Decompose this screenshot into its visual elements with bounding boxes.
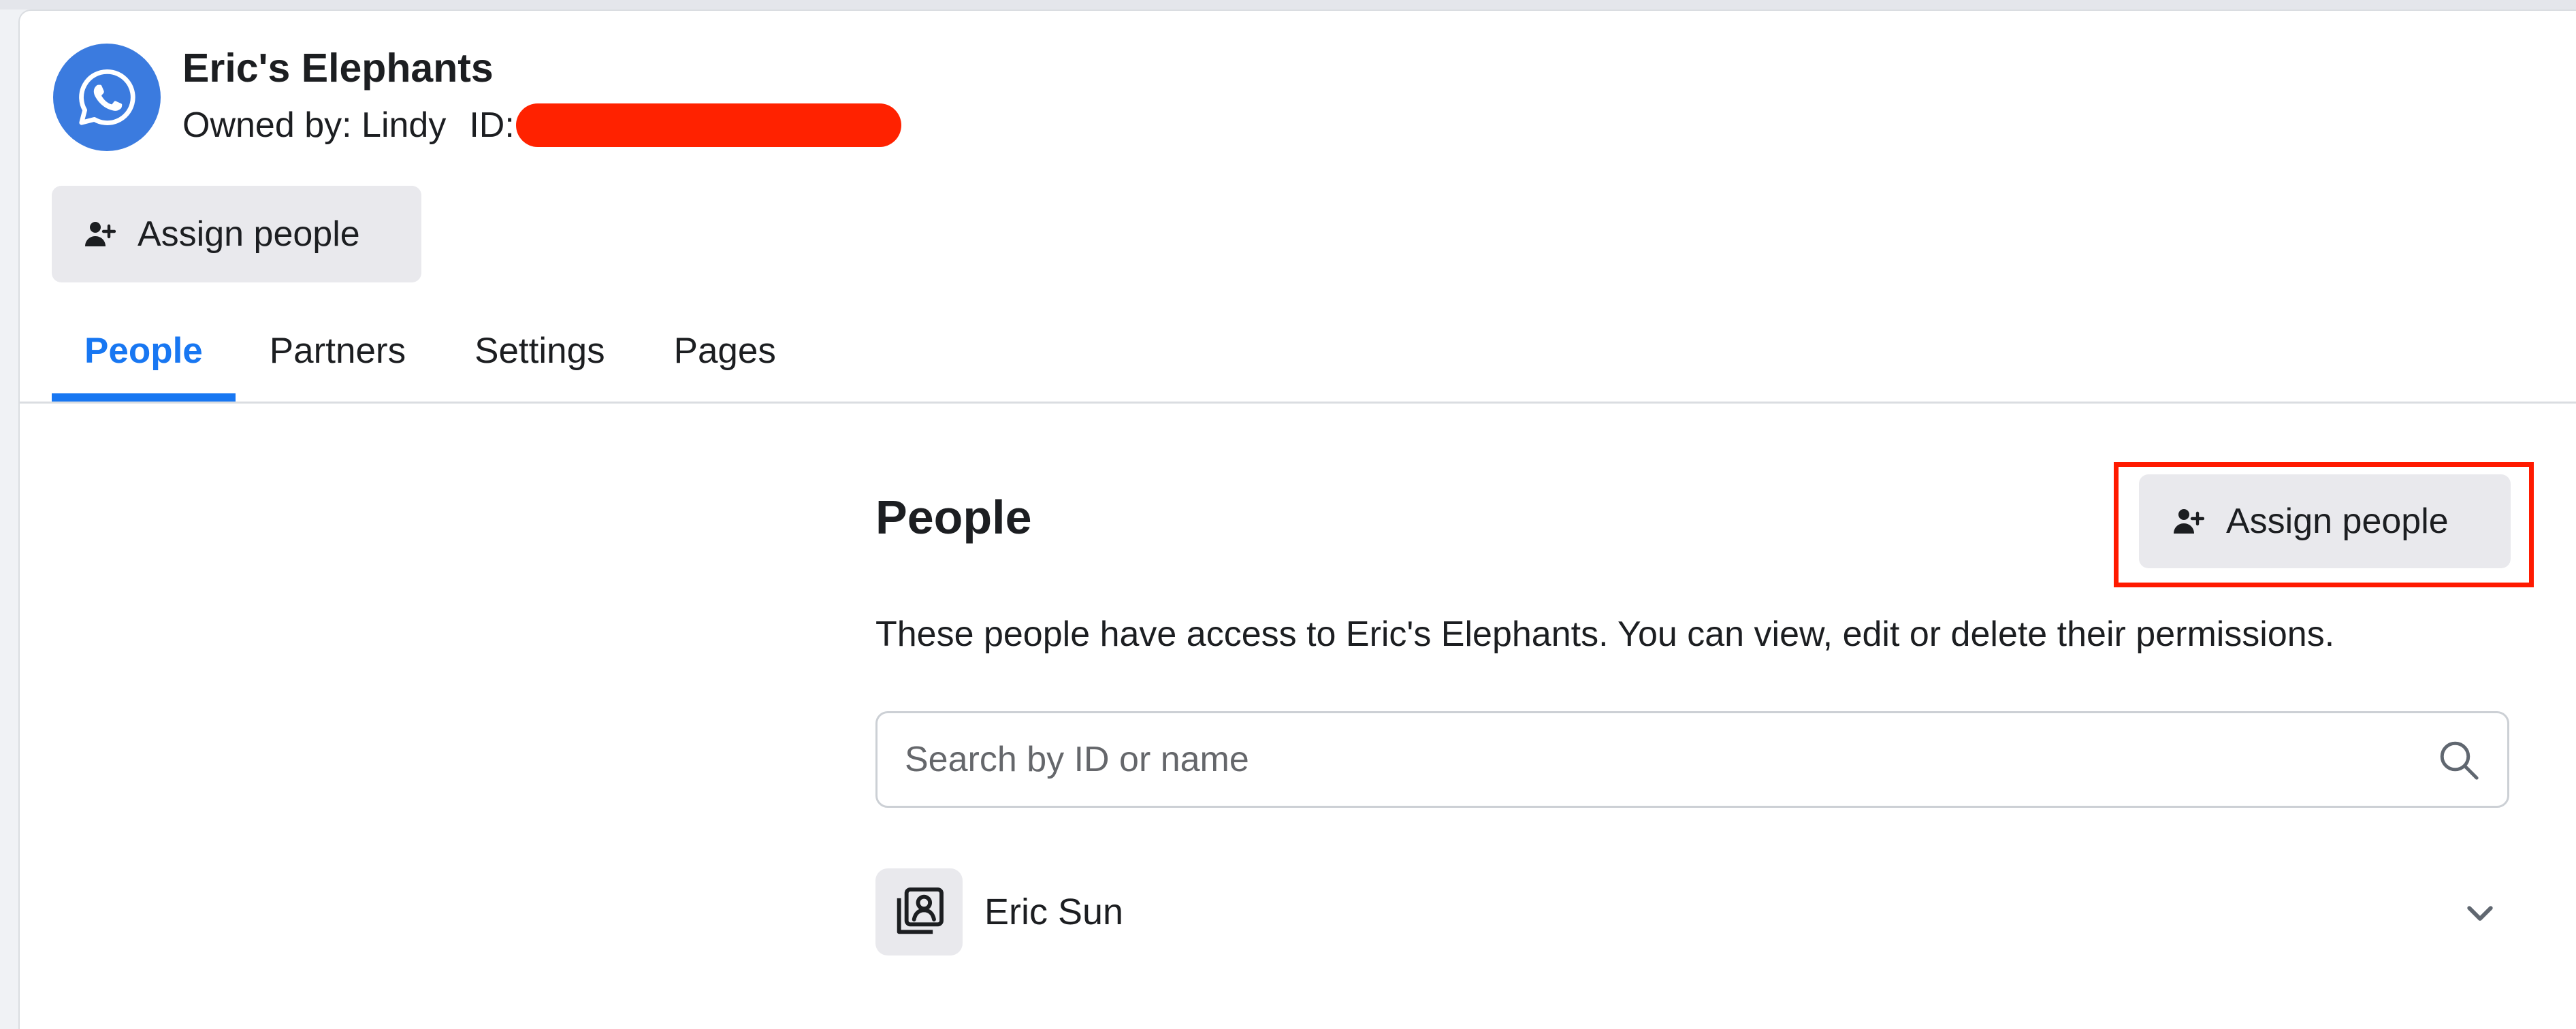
people-description: These people have access to Eric's Eleph…: [875, 615, 2335, 654]
tab-divider: [18, 402, 2576, 404]
person-row[interactable]: Eric Sun: [875, 868, 2509, 956]
person-name: Eric Sun: [984, 892, 1124, 932]
owner-line: Owned by: Lindy ID:: [182, 103, 901, 147]
window-top-edge: [0, 0, 2576, 10]
people-section-title: People: [875, 491, 1032, 544]
tab-partners[interactable]: Partners: [270, 299, 406, 402]
search-input[interactable]: [903, 738, 2390, 781]
header-assign-people-button[interactable]: Assign people: [52, 186, 421, 282]
person-avatar: [875, 868, 963, 956]
add-person-icon: [2174, 509, 2204, 534]
id-label: ID:: [469, 105, 515, 145]
header-assign-people-label: Assign people: [138, 214, 360, 254]
search-icon[interactable]: [2436, 738, 2481, 783]
person-card-icon: [897, 887, 944, 934]
assign-people-button[interactable]: Assign people: [2139, 474, 2511, 568]
whatsapp-icon: [79, 69, 135, 125]
add-person-icon: [85, 222, 116, 246]
chevron-down-icon[interactable]: [2462, 894, 2498, 931]
assign-people-label: Assign people: [2226, 502, 2449, 541]
search-field: [875, 711, 2509, 808]
tab-bar: People Partners Settings Pages: [52, 299, 776, 402]
owner-text: Owned by: Lindy: [182, 105, 447, 145]
tab-people[interactable]: People: [52, 299, 236, 402]
account-name: Eric's Elephants: [182, 46, 494, 91]
account-avatar: [53, 44, 161, 151]
id-redaction: [515, 103, 901, 147]
tab-pages[interactable]: Pages: [674, 299, 776, 402]
tab-settings[interactable]: Settings: [474, 299, 605, 402]
